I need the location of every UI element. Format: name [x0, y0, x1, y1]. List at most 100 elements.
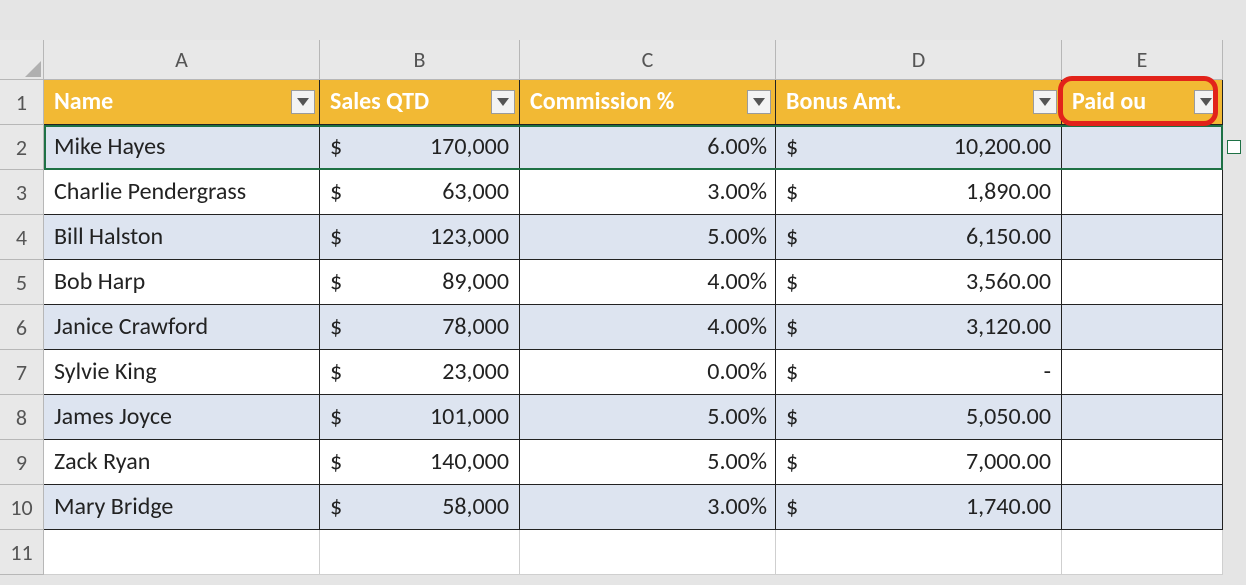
- row-header-3[interactable]: 3: [0, 170, 44, 215]
- chevron-down-icon: [297, 98, 309, 106]
- cell-sales[interactable]: $ 170,000: [320, 125, 520, 170]
- cell-sales[interactable]: $ 123,000: [320, 215, 520, 260]
- cell-bonus[interactable]: $ 6,150.00: [776, 215, 1062, 260]
- row-header-9[interactable]: 9: [0, 440, 44, 485]
- cell-name[interactable]: Bob Harp: [44, 260, 320, 305]
- filter-button-commission[interactable]: [747, 90, 771, 114]
- table-header-row: Name Sales QTD Commission % Bonus Amt.: [44, 80, 1223, 125]
- cell-name[interactable]: Bill Halston: [44, 215, 320, 260]
- cell-sales[interactable]: $ 78,000: [320, 305, 520, 350]
- row-header-11[interactable]: 11: [0, 530, 44, 575]
- grid-body: Name Sales QTD Commission % Bonus Amt.: [44, 80, 1223, 575]
- empty-row: [44, 530, 1223, 575]
- filter-button-name[interactable]: [291, 90, 315, 114]
- header-sales[interactable]: Sales QTD: [320, 80, 520, 125]
- table-row: Bill Halston $ 123,000 5.00% $ 6,150.00: [44, 215, 1223, 260]
- column-header-b[interactable]: B: [320, 40, 520, 80]
- header-name[interactable]: Name: [44, 80, 320, 125]
- cell-commission[interactable]: 4.00%: [520, 260, 776, 305]
- cell-value: 10,200.00: [954, 125, 1051, 169]
- header-name-label: Name: [54, 87, 113, 116]
- table-row: Bob Harp $ 89,000 4.00% $ 3,560.00: [44, 260, 1223, 305]
- header-paidout[interactable]: Paid ou: [1062, 80, 1223, 125]
- cell-commission[interactable]: 5.00%: [520, 215, 776, 260]
- cell-paidout[interactable]: [1062, 440, 1223, 485]
- cell-name[interactable]: Mike Hayes: [44, 125, 320, 170]
- cell-paidout[interactable]: [1062, 485, 1223, 530]
- row-header-4[interactable]: 4: [0, 215, 44, 260]
- cell-sales[interactable]: $ 58,000: [320, 485, 520, 530]
- cell-sales[interactable]: $ 89,000: [320, 260, 520, 305]
- header-commission[interactable]: Commission %: [520, 80, 776, 125]
- cell-sales[interactable]: $ 140,000: [320, 440, 520, 485]
- row-header-7[interactable]: 7: [0, 350, 44, 395]
- empty-cell[interactable]: [44, 530, 320, 575]
- row-header-1[interactable]: 1: [0, 80, 44, 125]
- chevron-down-icon: [1200, 98, 1212, 106]
- cell-bonus[interactable]: $ -: [776, 350, 1062, 395]
- cell-paidout[interactable]: [1062, 170, 1223, 215]
- cell-paidout[interactable]: [1062, 125, 1223, 170]
- filter-button-bonus[interactable]: [1033, 90, 1057, 114]
- table-row: Sylvie King $ 23,000 0.00% $ -: [44, 350, 1223, 395]
- table-row: Mary Bridge $ 58,000 3.00% $ 1,740.00: [44, 485, 1223, 530]
- cell-paidout[interactable]: [1062, 305, 1223, 350]
- cell-sales[interactable]: $ 101,000: [320, 395, 520, 440]
- select-all-triangle[interactable]: [0, 40, 44, 80]
- spreadsheet: A B C D E 1 2 3 4 5 6 7 8 9 10 11 Name S…: [0, 0, 1246, 585]
- chevron-down-icon: [1039, 98, 1051, 106]
- cell-commission[interactable]: 4.00%: [520, 305, 776, 350]
- chevron-down-icon: [753, 98, 765, 106]
- row-header-10[interactable]: 10: [0, 485, 44, 530]
- currency-symbol: $: [330, 125, 342, 169]
- column-header-a[interactable]: A: [44, 40, 320, 80]
- filter-button-sales[interactable]: [491, 90, 515, 114]
- header-bonus[interactable]: Bonus Amt.: [776, 80, 1062, 125]
- row-header-5[interactable]: 5: [0, 260, 44, 305]
- cell-name[interactable]: Mary Bridge: [44, 485, 320, 530]
- cell-bonus[interactable]: $ 1,740.00: [776, 485, 1062, 530]
- empty-cell[interactable]: [776, 530, 1062, 575]
- header-paidout-label: Paid ou: [1072, 87, 1146, 116]
- column-header-e[interactable]: E: [1062, 40, 1223, 80]
- cell-paidout[interactable]: [1062, 215, 1223, 260]
- cell-commission[interactable]: 3.00%: [520, 170, 776, 215]
- cell-bonus[interactable]: $ 1,890.00: [776, 170, 1062, 215]
- cell-bonus[interactable]: $ 10,200.00: [776, 125, 1062, 170]
- currency-symbol: $: [786, 125, 798, 169]
- empty-cell[interactable]: [1062, 530, 1223, 575]
- cell-paidout[interactable]: [1062, 350, 1223, 395]
- empty-cell[interactable]: [520, 530, 776, 575]
- column-header-c[interactable]: C: [520, 40, 776, 80]
- cell-name[interactable]: Janice Crawford: [44, 305, 320, 350]
- cell-commission[interactable]: 5.00%: [520, 440, 776, 485]
- table-row: Mike Hayes $ 170,000 6.00% $ 10,200.00: [44, 125, 1223, 170]
- cell-name[interactable]: Sylvie King: [44, 350, 320, 395]
- cell-commission[interactable]: 6.00%: [520, 125, 776, 170]
- cell-bonus[interactable]: $ 7,000.00: [776, 440, 1062, 485]
- row-header-2[interactable]: 2: [0, 125, 44, 170]
- table-row: Zack Ryan $ 140,000 5.00% $ 7,000.00: [44, 440, 1223, 485]
- chevron-down-icon: [497, 98, 509, 106]
- empty-cell[interactable]: [320, 530, 520, 575]
- overflow-indicator: [1227, 140, 1241, 154]
- cell-name[interactable]: Charlie Pendergrass: [44, 170, 320, 215]
- cell-commission[interactable]: 0.00%: [520, 350, 776, 395]
- cell-bonus[interactable]: $ 3,120.00: [776, 305, 1062, 350]
- cell-sales[interactable]: $ 23,000: [320, 350, 520, 395]
- header-sales-label: Sales QTD: [330, 87, 429, 116]
- cell-name[interactable]: James Joyce: [44, 395, 320, 440]
- cell-sales[interactable]: $ 63,000: [320, 170, 520, 215]
- cell-paidout[interactable]: [1062, 260, 1223, 305]
- cell-name[interactable]: Zack Ryan: [44, 440, 320, 485]
- cell-paidout[interactable]: [1062, 395, 1223, 440]
- cell-bonus[interactable]: $ 5,050.00: [776, 395, 1062, 440]
- filter-button-paidout[interactable]: [1194, 90, 1218, 114]
- row-header-6[interactable]: 6: [0, 305, 44, 350]
- row-headers: 1 2 3 4 5 6 7 8 9 10 11: [0, 80, 44, 575]
- cell-bonus[interactable]: $ 3,560.00: [776, 260, 1062, 305]
- cell-commission[interactable]: 5.00%: [520, 395, 776, 440]
- row-header-8[interactable]: 8: [0, 395, 44, 440]
- column-header-d[interactable]: D: [776, 40, 1062, 80]
- cell-commission[interactable]: 3.00%: [520, 485, 776, 530]
